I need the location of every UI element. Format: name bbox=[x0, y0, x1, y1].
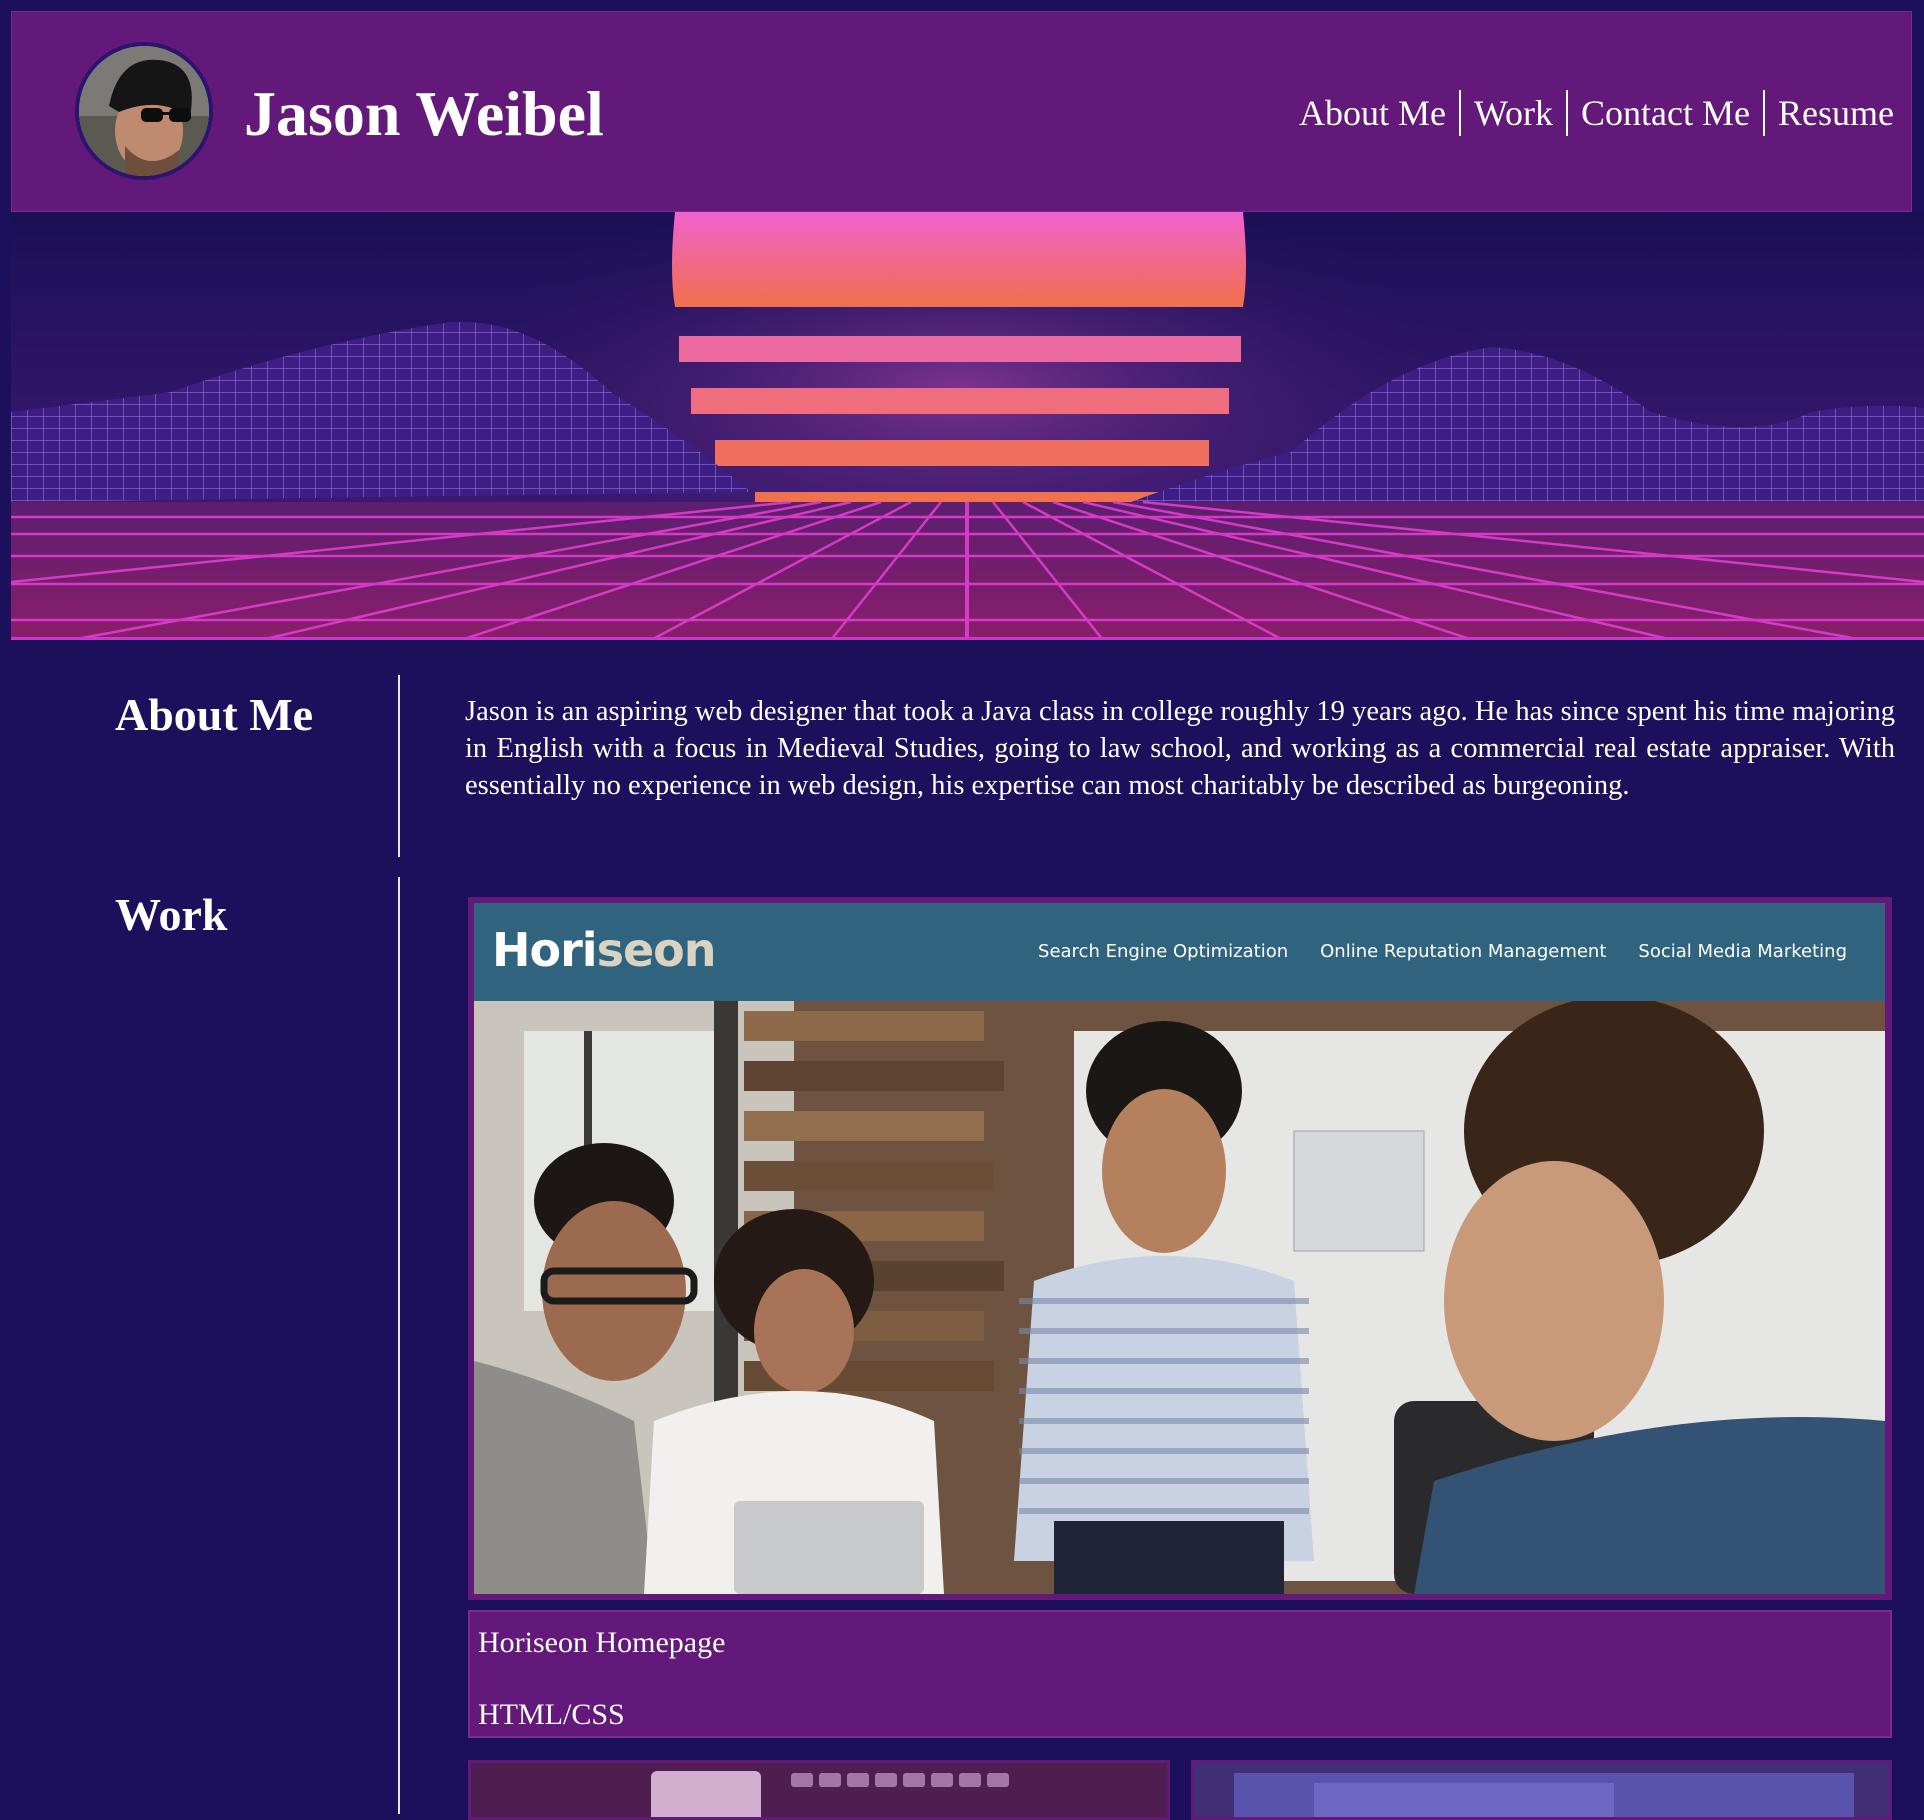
hero-banner bbox=[11, 212, 1924, 640]
horiseon-link-seo: Search Engine Optimization bbox=[1038, 941, 1289, 962]
site-header: Jason Weibel About Me Work Contact Me Re… bbox=[11, 11, 1912, 212]
project-thumbnail-2[interactable] bbox=[1191, 1760, 1892, 1820]
horiseon-link-smm: Social Media Marketing bbox=[1638, 941, 1847, 962]
neon-tech-photo bbox=[1194, 1763, 1889, 1817]
work-heading: Work bbox=[115, 889, 228, 940]
about-divider bbox=[398, 675, 400, 857]
horiseon-link-orm: Online Reputation Management bbox=[1320, 941, 1607, 962]
profile-photo bbox=[79, 46, 209, 176]
featured-project-card[interactable]: Horiseon Search Engine Optimization Onli… bbox=[468, 897, 1892, 1600]
avatar bbox=[75, 42, 213, 180]
nav-resume[interactable]: Resume bbox=[1765, 90, 1911, 136]
horiseon-nav-bar: Horiseon Search Engine Optimization Onli… bbox=[474, 903, 1885, 1001]
team-meeting-photo bbox=[474, 1001, 1885, 1594]
main-nav: About Me Work Contact Me Resume bbox=[1286, 90, 1911, 136]
work-divider bbox=[398, 877, 400, 1814]
nav-about-me[interactable]: About Me bbox=[1286, 90, 1461, 136]
nav-contact-me[interactable]: Contact Me bbox=[1568, 90, 1766, 136]
project-title[interactable]: Horiseon Homepage bbox=[478, 1626, 725, 1660]
project-tech: HTML/CSS bbox=[478, 1698, 625, 1731]
synthwave-sunset-illustration bbox=[11, 212, 1924, 640]
horiseon-nav-links: Search Engine Optimization Online Reputa… bbox=[1038, 941, 1847, 962]
project-thumbnail-1[interactable] bbox=[468, 1760, 1170, 1820]
site-title: Jason Weibel bbox=[244, 78, 604, 149]
horiseon-logo: Horiseon bbox=[492, 923, 716, 977]
keyboard-photo bbox=[471, 1763, 1167, 1817]
about-heading: About Me bbox=[115, 689, 314, 740]
horiseon-screenshot[interactable]: Horiseon Search Engine Optimization Onli… bbox=[474, 903, 1885, 1594]
about-text: Jason is an aspiring web designer that t… bbox=[465, 696, 1895, 801]
nav-work[interactable]: Work bbox=[1461, 90, 1569, 136]
featured-project-caption[interactable]: Horiseon Homepage HTML/CSS bbox=[468, 1610, 1892, 1738]
sun bbox=[672, 212, 1246, 502]
